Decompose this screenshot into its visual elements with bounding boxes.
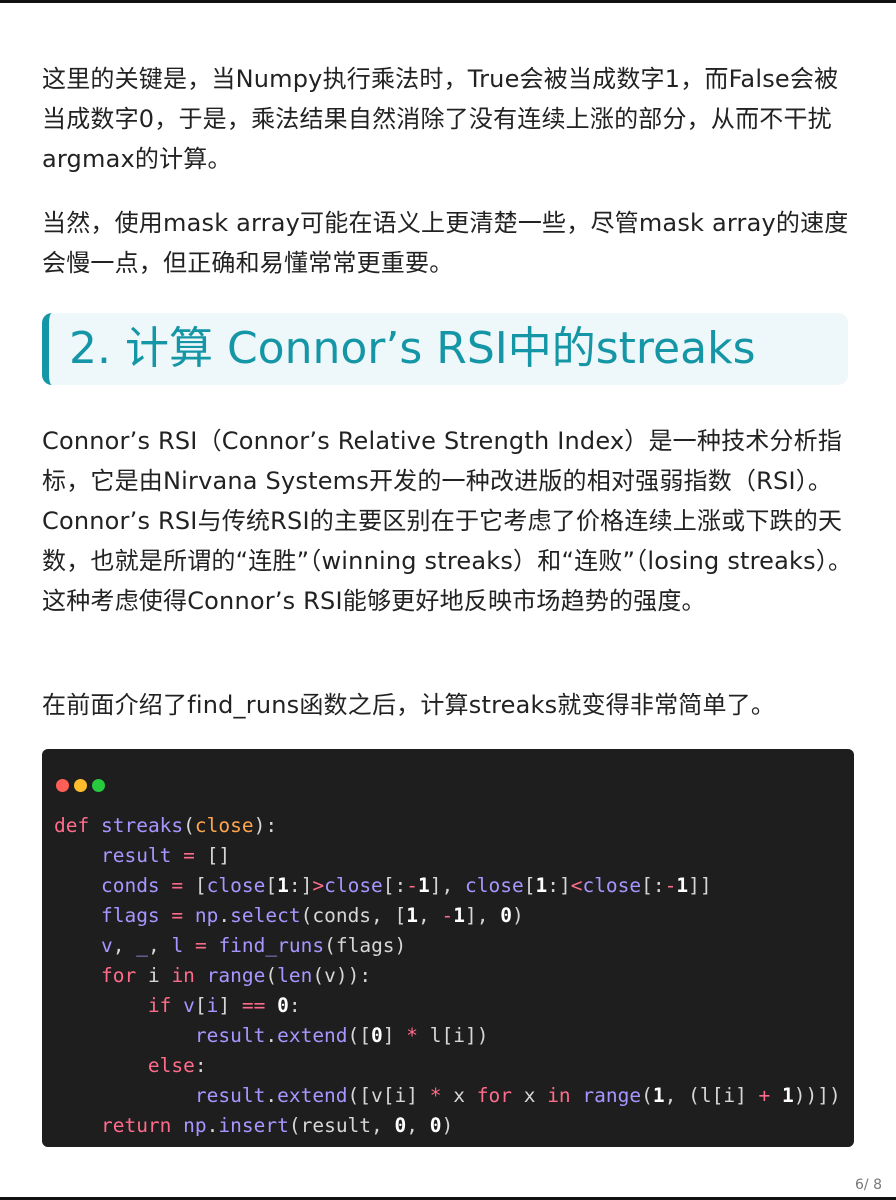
paragraph-argmax-explanation: 这里的关键是，当Numpy执行乘法时，True会被当成数字1，而False会被当… [42,65,839,173]
paragraph-mask-array-note: 当然，使用mask array可能在语义上更清楚一些，尽管mask array的… [42,209,849,277]
maximize-dot-icon [92,779,105,792]
code-block[interactable]: def streaks(close): result = [] conds = … [42,749,854,1147]
close-dot-icon [56,779,69,792]
section-heading: 2. 计算 Connor’s RSI中的streaks [42,313,848,385]
window-controls [56,777,110,796]
paragraph-connors-rsi: Connor’s RSI（Connor’s Relative Strength … [42,427,853,615]
paragraph-find-runs-intro: 在前面介绍了find_runs函数之后，计算streaks就变得非常简单了。 [42,691,776,719]
section-title: 2. 计算 Connor’s RSI中的streaks [69,323,756,374]
code-text: def streaks(close): result = [] conds = … [54,814,841,1137]
page-number: 6/ 8 [855,1177,882,1193]
minimize-dot-icon [74,779,87,792]
